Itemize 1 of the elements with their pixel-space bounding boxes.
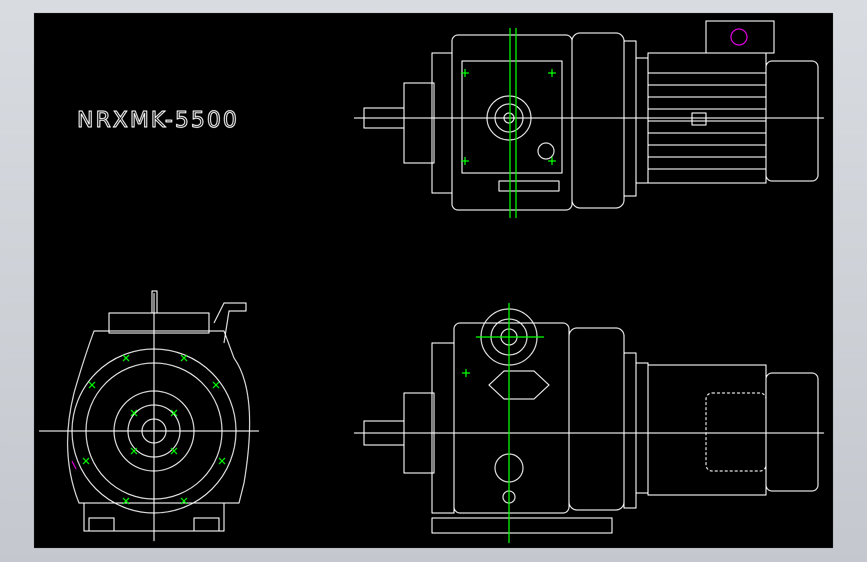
- drawing-title: NRXMK-5500: [77, 108, 239, 133]
